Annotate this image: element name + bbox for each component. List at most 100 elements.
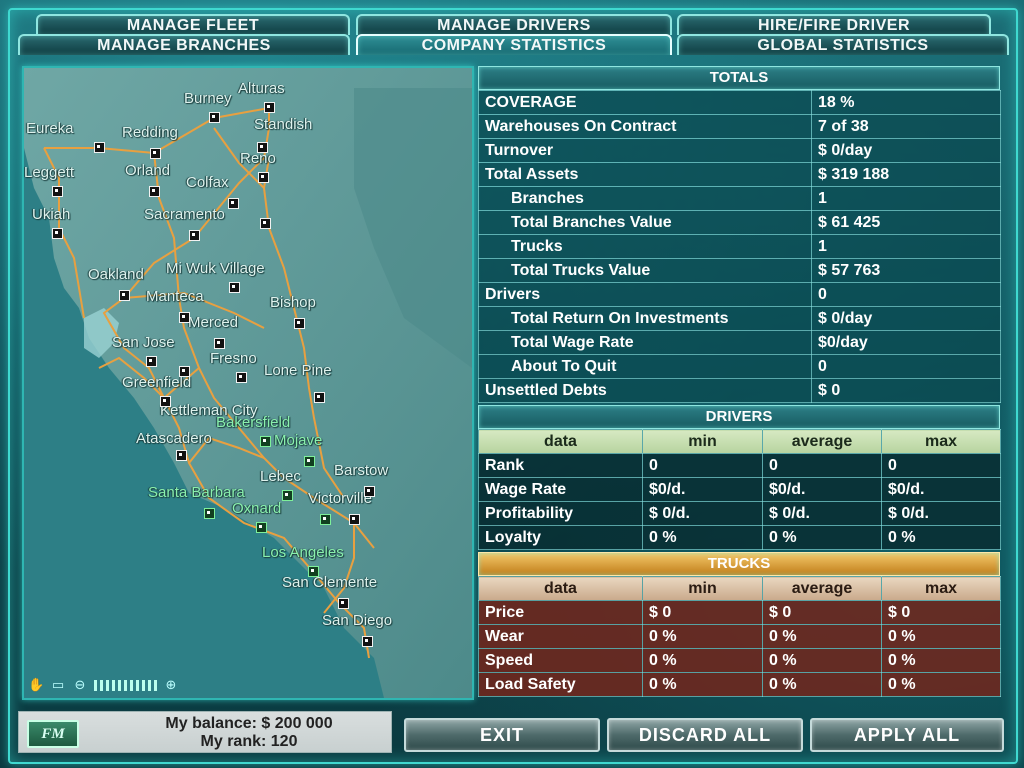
totals-value: $ 319 188 [811, 162, 1001, 187]
city-redding[interactable]: Redding [122, 124, 178, 141]
city-atascadero[interactable]: Atascadero [136, 430, 212, 447]
city-lebec[interactable]: Lebec [260, 468, 301, 485]
city-merced[interactable]: Merced [188, 314, 238, 331]
totals-header: TOTALS [478, 66, 1000, 90]
city-standish[interactable]: Standish [254, 116, 312, 133]
city-sacramento[interactable]: Sacramento [144, 206, 225, 223]
warehouse-marker[interactable] [362, 636, 373, 647]
trucks-column-header: max [881, 576, 1001, 601]
city-san-clemente[interactable]: San Clemente [282, 574, 377, 591]
totals-label: Total Trucks Value [478, 258, 812, 283]
trucks-column-header: average [762, 576, 882, 601]
warehouse-marker[interactable] [52, 186, 63, 197]
warehouse-marker[interactable] [94, 142, 105, 153]
drivers-cell: 0 % [881, 525, 1001, 550]
warehouse-marker[interactable] [294, 318, 305, 329]
city-oakland[interactable]: Oakland [88, 266, 144, 283]
map-panel[interactable]: Alturas Burney Eureka Redding Standish R… [22, 66, 474, 700]
trucks-cell: 0 % [881, 648, 1001, 673]
city-leggett[interactable]: Leggett [24, 164, 74, 181]
warehouse-marker[interactable] [338, 598, 349, 609]
warehouse-marker[interactable] [314, 392, 325, 403]
tab-global-statistics[interactable]: GLOBAL STATISTICS [677, 34, 1009, 55]
totals-row: Total Assets $ 319 188 [478, 162, 1001, 187]
warehouse-marker[interactable] [189, 230, 200, 241]
city-burney[interactable]: Burney [184, 90, 232, 107]
warehouse-marker[interactable] [179, 366, 190, 377]
warehouse-marker[interactable] [179, 312, 190, 323]
trucks-cell: 0 % [642, 672, 763, 697]
warehouse-marker[interactable] [214, 338, 225, 349]
city-lone-pine[interactable]: Lone Pine [264, 362, 332, 379]
warehouse-marker[interactable] [209, 112, 220, 123]
city-bishop[interactable]: Bishop [270, 294, 316, 311]
city-orland[interactable]: Orland [125, 162, 170, 179]
warehouse-marker[interactable] [146, 356, 157, 367]
warehouse-marker-owned[interactable] [308, 566, 319, 577]
drivers-row: Loyalty 0 % 0 % 0 % [478, 525, 1001, 550]
warehouse-marker[interactable] [228, 198, 239, 209]
warehouse-marker-owned[interactable] [256, 522, 267, 533]
warehouse-marker[interactable] [264, 102, 275, 113]
trucks-cell: 0 % [881, 672, 1001, 697]
warehouse-marker-owned[interactable] [260, 436, 271, 447]
totals-value: $0/day [811, 330, 1001, 355]
city-alturas[interactable]: Alturas [238, 80, 285, 97]
city-manteca[interactable]: Manteca [146, 288, 204, 305]
warehouse-marker[interactable] [149, 186, 160, 197]
warehouse-marker[interactable] [119, 290, 130, 301]
city-mojave[interactable]: Mojave [274, 432, 322, 449]
zoom-in-icon[interactable]: ⊕ [163, 678, 179, 693]
tab-company-statistics[interactable]: COMPANY STATISTICS [356, 34, 672, 55]
totals-row: COVERAGE 18 % [478, 90, 1001, 115]
trucks-cell: Wear [478, 624, 643, 649]
totals-value: $ 57 763 [811, 258, 1001, 283]
apply-all-button[interactable]: APPLY ALL [810, 718, 1004, 752]
warehouse-marker[interactable] [150, 148, 161, 159]
city-victorville[interactable]: Victorville [308, 490, 372, 507]
city-san-jose[interactable]: San Jose [112, 334, 175, 351]
discard-all-button[interactable]: DISCARD ALL [607, 718, 803, 752]
warehouse-marker[interactable] [160, 396, 171, 407]
warehouse-marker[interactable] [364, 486, 375, 497]
trucks-cell: 0 % [642, 624, 763, 649]
city-eureka[interactable]: Eureka [26, 120, 74, 137]
city-ukiah[interactable]: Ukiah [32, 206, 70, 223]
warehouse-marker[interactable] [229, 282, 240, 293]
trucks-header: TRUCKS [478, 552, 1000, 576]
city-santa-barbara[interactable]: Santa Barbara [148, 484, 245, 501]
warehouse-marker[interactable] [258, 172, 269, 183]
drivers-cell: $0/d. [881, 477, 1001, 502]
warehouse-marker[interactable] [52, 228, 63, 239]
warehouse-marker-owned[interactable] [204, 508, 215, 519]
zoom-slider[interactable] [94, 679, 157, 691]
warehouse-marker[interactable] [260, 218, 271, 229]
warehouse-marker[interactable] [176, 450, 187, 461]
city-los-angeles[interactable]: Los Angeles [262, 544, 344, 561]
hand-pan-icon[interactable]: ✋ [28, 678, 44, 693]
totals-table: COVERAGE 18 % Warehouses On Contract 7 of 3… [478, 90, 1001, 403]
city-oxnard[interactable]: Oxnard [232, 500, 281, 517]
warehouse-marker-owned[interactable] [320, 514, 331, 525]
city-bakersfield[interactable]: Bakersfield [216, 414, 290, 431]
warehouse-marker-owned[interactable] [282, 490, 293, 501]
totals-row: Branches 1 [478, 186, 1001, 211]
warehouse-marker[interactable] [257, 142, 268, 153]
city-mi-wuk-village[interactable]: Mi Wuk Village [166, 260, 265, 277]
city-fresno[interactable]: Fresno [210, 350, 257, 367]
city-colfax[interactable]: Colfax [186, 174, 229, 191]
trucks-cell: 0 % [762, 648, 882, 673]
city-san-diego[interactable]: San Diego [322, 612, 392, 629]
tab-hire-fire-driver[interactable]: HIRE/FIRE DRIVER [677, 14, 991, 35]
city-barstow[interactable]: Barstow [334, 462, 388, 479]
zoom-out-icon[interactable]: ⊖ [72, 678, 88, 693]
tab-manage-branches[interactable]: MANAGE BRANCHES [18, 34, 350, 55]
totals-label: Unsettled Debts [478, 378, 812, 403]
warehouse-marker[interactable] [349, 514, 360, 525]
warehouse-marker-owned[interactable] [304, 456, 315, 467]
tab-manage-fleet[interactable]: MANAGE FLEET [36, 14, 350, 35]
exit-button[interactable]: EXIT [404, 718, 600, 752]
tab-manage-drivers[interactable]: MANAGE DRIVERS [356, 14, 672, 35]
zoom-area-icon[interactable]: ▭ [50, 678, 66, 693]
warehouse-marker[interactable] [236, 372, 247, 383]
